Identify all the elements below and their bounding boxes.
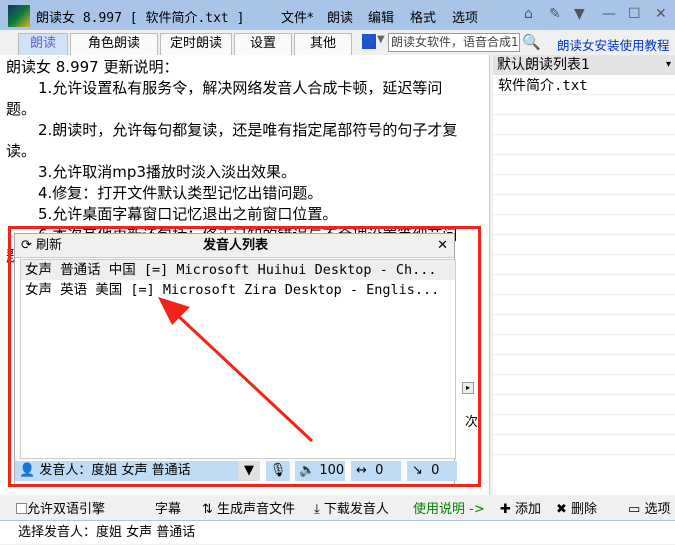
doc-line: 读。 <box>6 142 37 160</box>
download-voice-button[interactable]: ⤓ 下载发音人 <box>314 498 389 517</box>
search-icon[interactable]: 🔍 <box>522 33 541 51</box>
minimize-button[interactable]: — <box>602 6 616 22</box>
tab-role-read[interactable]: 角色朗读 <box>70 33 158 55</box>
download-label: 下载发音人 <box>323 502 389 517</box>
subtitle-button[interactable]: 字幕 <box>155 498 181 517</box>
tab-other[interactable]: 其他 <box>294 33 352 55</box>
playlist-name: 默认朗读列表1 <box>497 57 590 73</box>
chevron-down-icon: ▾ <box>665 59 671 70</box>
delete-label: 删除 <box>571 502 598 517</box>
x-icon: ✖ <box>556 502 567 517</box>
options-button[interactable]: ▭ 选项 <box>628 498 670 517</box>
tab-read[interactable]: 朗读 <box>18 33 68 55</box>
search-input[interactable]: 朗读女软件，语音合成1 <box>388 33 520 52</box>
playlist-panel: 默认朗读列表1 ▾ 软件简介.txt <box>493 55 675 495</box>
doc-line: 5.允许桌面字幕窗口记忆退出之前窗口位置。 <box>38 205 338 223</box>
maximize-button[interactable]: ☐ <box>628 6 641 22</box>
doc-line: 3.允许取消mp3播放时淡入淡出效果。 <box>38 163 296 181</box>
usage-link[interactable]: 使用说明 -> <box>413 498 485 517</box>
status-bar: 选择发音人：度姐 女声 普通话 <box>0 520 675 544</box>
tab-settings[interactable]: 设置 <box>234 33 292 55</box>
menu-file[interactable]: 文件* <box>281 7 314 26</box>
highlight-box <box>8 226 481 487</box>
doc-line: 题。 <box>6 100 37 118</box>
home-icon[interactable]: ⌂ <box>524 6 533 22</box>
playlist-item[interactable]: 软件简介.txt <box>493 75 675 95</box>
pin-icon[interactable]: ✎ <box>549 6 561 22</box>
bilingual-checkbox[interactable]: 允许双语引擎 <box>16 498 105 517</box>
menu-read[interactable]: 朗读 <box>327 7 353 26</box>
doc-line: 朗读女 8.997 更新说明： <box>6 58 179 76</box>
skin-icon[interactable]: ▼ <box>574 6 585 22</box>
add-label: 添加 <box>515 502 542 517</box>
doc-line: 4.修复：打开文件默认类型记忆出错问题。 <box>38 184 323 202</box>
doc-line: 2.朗读时，允许每句都复读，还是唯有指定尾部符号的句子才复 <box>38 121 458 139</box>
delete-button[interactable]: ✖ 删除 <box>556 498 597 517</box>
help-link[interactable]: 朗读女安装使用教程 <box>557 35 670 54</box>
tab-timed-read[interactable]: 定时朗读 <box>160 33 232 55</box>
close-button[interactable]: ✕ <box>655 6 667 22</box>
menu-format[interactable]: 格式 <box>410 7 436 26</box>
playlist-select[interactable]: 默认朗读列表1 ▾ <box>493 55 675 75</box>
app-logo <box>8 5 30 27</box>
baidu-paw-icon[interactable]: 🐾 <box>362 34 376 49</box>
convert-icon: ⇅ <box>202 502 213 517</box>
window-icon: ▭ <box>628 502 641 517</box>
menu-options[interactable]: 选项 <box>452 7 478 26</box>
add-button[interactable]: ✚ 添加 <box>500 498 541 517</box>
download-icon: ⤓ <box>314 502 320 517</box>
bilingual-label: 允许双语引擎 <box>27 502 106 517</box>
doc-line: 1.允许设置私有服务令，解决网络发音人合成卡顿，延迟等问 <box>38 79 443 97</box>
generate-audio-button[interactable]: ⇅ 生成声音文件 <box>202 498 295 517</box>
generate-label: 生成声音文件 <box>217 502 296 517</box>
plus-icon: ✚ <box>500 502 511 517</box>
menu-edit[interactable]: 编辑 <box>368 7 394 26</box>
window-title: 朗读女 8.997 [ 软件简介.txt ] <box>36 11 245 26</box>
dropdown-arrow-icon[interactable]: ▼ <box>377 34 385 45</box>
options-label: 选项 <box>644 502 671 517</box>
title-bar: 朗读女 8.997 [ 软件简介.txt ] 文件* 朗读 编辑 格式 选项 ⌂… <box>0 0 675 30</box>
